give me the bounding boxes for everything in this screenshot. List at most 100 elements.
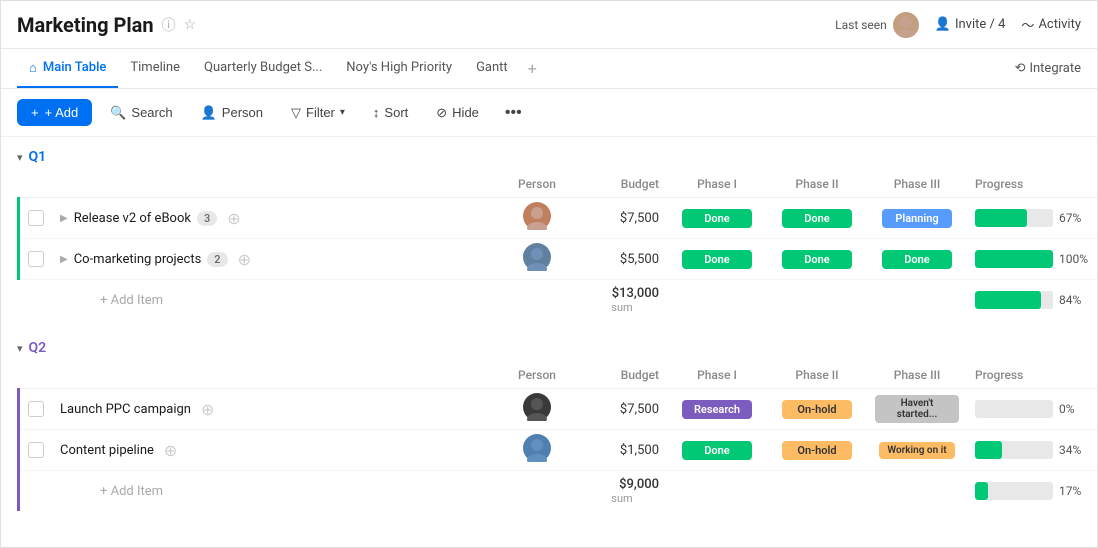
- th-person: Person: [497, 171, 577, 198]
- filter-icon: ▽: [291, 105, 301, 121]
- person-icon: 👤: [935, 17, 951, 32]
- phase3-cell: Done: [867, 239, 967, 280]
- filter-button[interactable]: ▽ Filter ▾: [281, 100, 355, 126]
- phase1-badge[interactable]: Research: [682, 400, 752, 419]
- checkbox-q1-1[interactable]: [28, 210, 44, 226]
- phase3-badge[interactable]: Working on it: [879, 442, 954, 459]
- q1-add-item-row: + Add Item $13,000 sum: [19, 280, 1098, 321]
- group-q1-header: ▾ Q1: [1, 137, 1097, 171]
- phase3-badge[interactable]: Haven't started...: [875, 395, 959, 423]
- info-icon[interactable]: ⓘ: [162, 15, 176, 35]
- th-phase-1: Phase I: [667, 362, 767, 389]
- add-tab-button[interactable]: +: [520, 59, 545, 78]
- phase1-badge[interactable]: Done: [682, 250, 752, 269]
- more-options-button[interactable]: •••: [497, 99, 530, 127]
- phase1-cell: Done: [667, 430, 767, 471]
- q1-row-2: ▶ Co-marketing projects 2 ⊕: [19, 239, 1098, 280]
- checkbox-q2-1[interactable]: [28, 401, 44, 417]
- hide-icon: ⊘: [436, 105, 447, 121]
- person-cell: [497, 430, 577, 471]
- phase2-cell: On-hold: [767, 430, 867, 471]
- row-name-cell: ▶ Release v2 of eBook 3 ⊕: [52, 198, 497, 239]
- tab-main-table[interactable]: ⌂ Main Table: [17, 49, 118, 88]
- filter-chevron-icon: ▾: [340, 107, 345, 118]
- row-name-cell: Content pipeline ⊕: [52, 430, 497, 471]
- phase3-badge[interactable]: Planning: [882, 209, 952, 228]
- th-checkbox: [19, 362, 53, 389]
- th-progress: Progress: [967, 171, 1097, 198]
- th-phase-1: Phase I: [667, 171, 767, 198]
- integrate-icon: ⟲: [1015, 61, 1026, 76]
- phase1-badge[interactable]: Done: [682, 441, 752, 460]
- sort-button[interactable]: ↕ Sort: [363, 100, 418, 125]
- th-progress: Progress: [967, 362, 1097, 389]
- progress-bar-inner: [975, 441, 1002, 459]
- person-button[interactable]: 👤 Person: [191, 100, 273, 126]
- row-add-icon[interactable]: ⊕: [201, 400, 214, 419]
- th-person: Person: [497, 362, 577, 389]
- budget-cell: $7,500: [577, 389, 667, 430]
- footer-progress-bar-outer: [975, 291, 1053, 309]
- row-name: Content pipeline: [60, 443, 154, 458]
- row-add-icon[interactable]: ⊕: [238, 250, 251, 269]
- add-item-button[interactable]: + Add Item: [60, 293, 569, 308]
- app-title: Marketing Plan: [17, 13, 154, 37]
- group-q2-label[interactable]: Q2: [29, 340, 47, 356]
- integrate-button[interactable]: ⟲ Integrate: [1015, 61, 1081, 76]
- search-button[interactable]: 🔍 Search: [100, 100, 182, 126]
- q1-row-1: ▶ Release v2 of eBook 3 ⊕: [19, 198, 1098, 239]
- header-right: Last seen 👤 Invite / 4 〜 Activity: [835, 12, 1081, 38]
- footer-progress-bar-inner: [975, 291, 1041, 309]
- row-add-icon[interactable]: ⊕: [164, 441, 177, 460]
- tab-gantt[interactable]: Gantt: [464, 49, 520, 88]
- activity-button[interactable]: 〜 Activity: [1021, 15, 1081, 34]
- expand-icon[interactable]: ▶: [60, 213, 68, 224]
- group-q1-label[interactable]: Q1: [29, 149, 47, 165]
- phase3-badge[interactable]: Done: [882, 250, 952, 269]
- tab-quarterly-budget[interactable]: Quarterly Budget S...: [192, 49, 334, 88]
- tab-high-priority[interactable]: Noy's High Priority: [334, 49, 464, 88]
- search-icon: 🔍: [110, 105, 126, 121]
- phase3-cell: Planning: [867, 198, 967, 239]
- progress-cell: 67%: [967, 198, 1097, 239]
- checkbox-q1-2[interactable]: [28, 251, 44, 267]
- row-add-icon[interactable]: ⊕: [227, 209, 240, 228]
- tabs-left: ⌂ Main Table Timeline Quarterly Budget S…: [17, 49, 545, 88]
- footer-progress-bar-outer: [975, 482, 1053, 500]
- th-phase-3: Phase III: [867, 171, 967, 198]
- group-q2-toggle[interactable]: ▾: [17, 342, 23, 355]
- group-q1-toggle[interactable]: ▾: [17, 151, 23, 164]
- tab-timeline[interactable]: Timeline: [118, 49, 192, 88]
- phase2-badge[interactable]: On-hold: [782, 441, 852, 460]
- last-seen: Last seen: [835, 12, 919, 38]
- empty-cell: [19, 280, 53, 321]
- star-icon[interactable]: ☆: [184, 17, 197, 33]
- add-item-label: + Add Item: [100, 293, 163, 308]
- invite-button[interactable]: 👤 Invite / 4: [935, 17, 1006, 32]
- q2-row-1: Launch PPC campaign ⊕ $7,500: [19, 389, 1098, 430]
- phase2-badge[interactable]: Done: [782, 250, 852, 269]
- add-item-cell: + Add Item: [52, 280, 577, 321]
- progress-label: 100%: [1059, 252, 1089, 266]
- expand-icon[interactable]: ▶: [60, 254, 68, 265]
- th-name: [52, 171, 497, 198]
- row-name: Co-marketing projects: [74, 252, 202, 267]
- checkbox-q2-2[interactable]: [28, 442, 44, 458]
- phase1-badge[interactable]: Done: [682, 209, 752, 228]
- add-button[interactable]: + + Add: [17, 99, 92, 126]
- footer-progress-bar-inner: [975, 482, 988, 500]
- header: Marketing Plan ⓘ ☆ Last seen 👤 Invite / …: [1, 1, 1097, 49]
- sum-cell: $13,000 sum: [577, 280, 667, 321]
- q2-add-item-row: + Add Item $9,000 sum: [19, 471, 1098, 512]
- home-icon: ⌂: [29, 60, 37, 76]
- phase2-badge[interactable]: Done: [782, 209, 852, 228]
- table-container: ▾ Q1 Person Budget Phase I Phase II Phas…: [1, 137, 1097, 547]
- th-phase-2: Phase II: [767, 171, 867, 198]
- person-avatar-4: [523, 434, 551, 462]
- plus-icon: +: [31, 105, 39, 120]
- add-item-button-q2[interactable]: + Add Item: [60, 484, 569, 499]
- checkbox-cell: [19, 239, 53, 280]
- header-left: Marketing Plan ⓘ ☆: [17, 13, 196, 37]
- phase2-badge[interactable]: On-hold: [782, 400, 852, 419]
- hide-button[interactable]: ⊘ Hide: [426, 100, 489, 126]
